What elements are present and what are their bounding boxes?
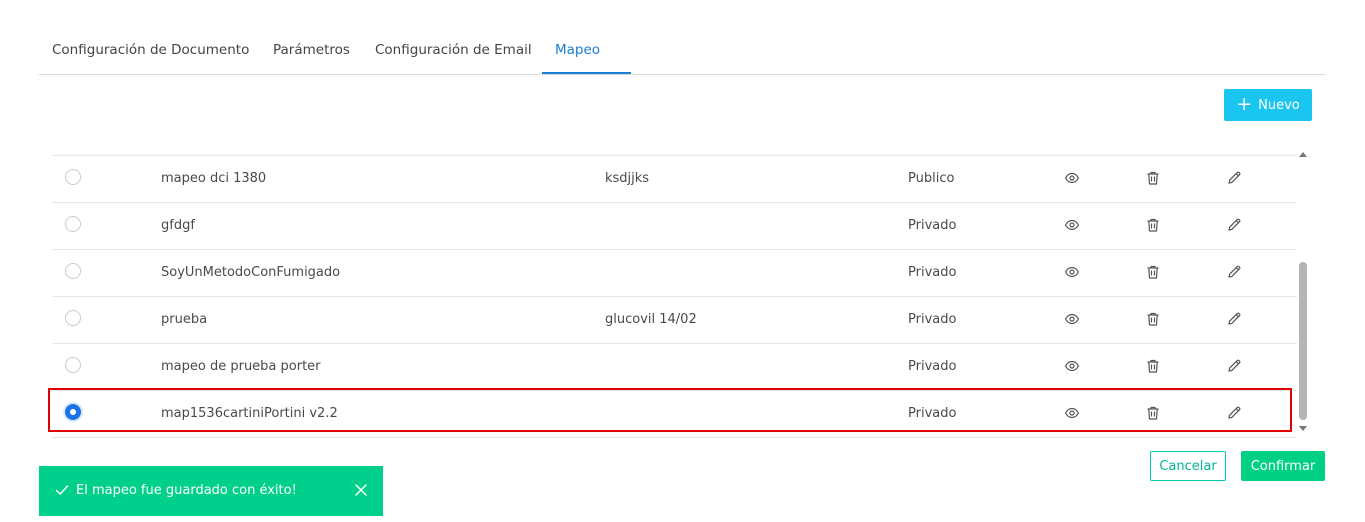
new-button-label: Nuevo [1258,97,1300,113]
mapping-visibility: Publico [908,171,955,186]
table-row[interactable]: SoyUnMetodoConFumigado Privado [52,250,1297,297]
active-tab-indicator [542,72,631,74]
tab-parametros[interactable]: Parámetros [273,30,350,74]
scroll-up-arrow[interactable] [1299,152,1307,157]
row-select-radio[interactable] [65,404,81,420]
mapping-visibility: Privado [908,406,957,421]
row-select-radio[interactable] [65,216,81,232]
tab-configuracion-email[interactable]: Configuración de Email [375,30,532,74]
tab-configuracion-documento[interactable]: Configuración de Documento [52,30,249,74]
plus-icon: + [1236,92,1253,115]
mapping-visibility: Privado [908,265,957,280]
scroll-down-arrow[interactable] [1299,426,1307,431]
close-icon[interactable] [354,483,368,497]
row-select-radio[interactable] [65,263,81,279]
table-scrollbar[interactable] [1297,150,1309,433]
mapping-name: SoyUnMetodoConFumigado [161,265,341,280]
check-icon [55,483,69,497]
pencil-icon[interactable] [1226,311,1242,327]
trash-icon[interactable] [1145,311,1161,327]
mapping-table: mapeo dci 1380 ksdjjks Publico gfdgf Privado… [52,155,1297,438]
eye-icon[interactable] [1064,405,1080,421]
mapping-name: gfdgf [161,218,195,233]
success-toast: El mapeo fue guardado con éxito! [39,466,383,516]
pencil-icon[interactable] [1226,264,1242,280]
mapping-name: prueba [161,312,208,327]
row-select-radio[interactable] [65,357,81,373]
mapping-description: ksdjjks [605,171,650,186]
mapping-description: glucovil 14/02 [605,312,697,327]
toast-message: El mapeo fue guardado con éxito! [76,483,297,498]
eye-icon[interactable] [1064,264,1080,280]
trash-icon[interactable] [1145,264,1161,280]
eye-icon[interactable] [1064,358,1080,374]
mapping-visibility: Privado [908,359,957,374]
mapping-name: mapeo de prueba porter [161,359,321,374]
table-row[interactable]: gfdgf Privado [52,203,1297,250]
new-mapping-button[interactable]: + Nuevo [1224,89,1312,121]
eye-icon[interactable] [1064,311,1080,327]
row-select-radio[interactable] [65,310,81,326]
trash-icon[interactable] [1145,170,1161,186]
trash-icon[interactable] [1145,358,1161,374]
confirm-button[interactable]: Confirmar [1241,451,1325,481]
trash-icon[interactable] [1145,217,1161,233]
pencil-icon[interactable] [1226,170,1242,186]
table-row[interactable]: prueba glucovil 14/02 Privado [52,297,1297,344]
tab-mapeo[interactable]: Mapeo [555,30,600,74]
tab-bar: Configuración de Documento Parámetros Co… [39,30,1325,75]
table-row[interactable]: mapeo dci 1380 ksdjjks Publico [52,156,1297,203]
pencil-icon[interactable] [1226,358,1242,374]
scroll-thumb[interactable] [1299,262,1307,420]
pencil-icon[interactable] [1226,217,1242,233]
mapping-name: mapeo dci 1380 [161,171,267,186]
pencil-icon[interactable] [1226,405,1242,421]
table-row[interactable]: mapeo de prueba porter Privado [52,344,1297,391]
row-select-radio[interactable] [65,169,81,185]
trash-icon[interactable] [1145,405,1161,421]
eye-icon[interactable] [1064,170,1080,186]
eye-icon[interactable] [1064,217,1080,233]
mapping-visibility: Privado [908,218,957,233]
cancel-button[interactable]: Cancelar [1150,451,1226,481]
table-row[interactable]: map1536cartiniPortini v2.2 Privado [52,391,1297,438]
mapping-name: map1536cartiniPortini v2.2 [161,406,338,421]
mapping-visibility: Privado [908,312,957,327]
